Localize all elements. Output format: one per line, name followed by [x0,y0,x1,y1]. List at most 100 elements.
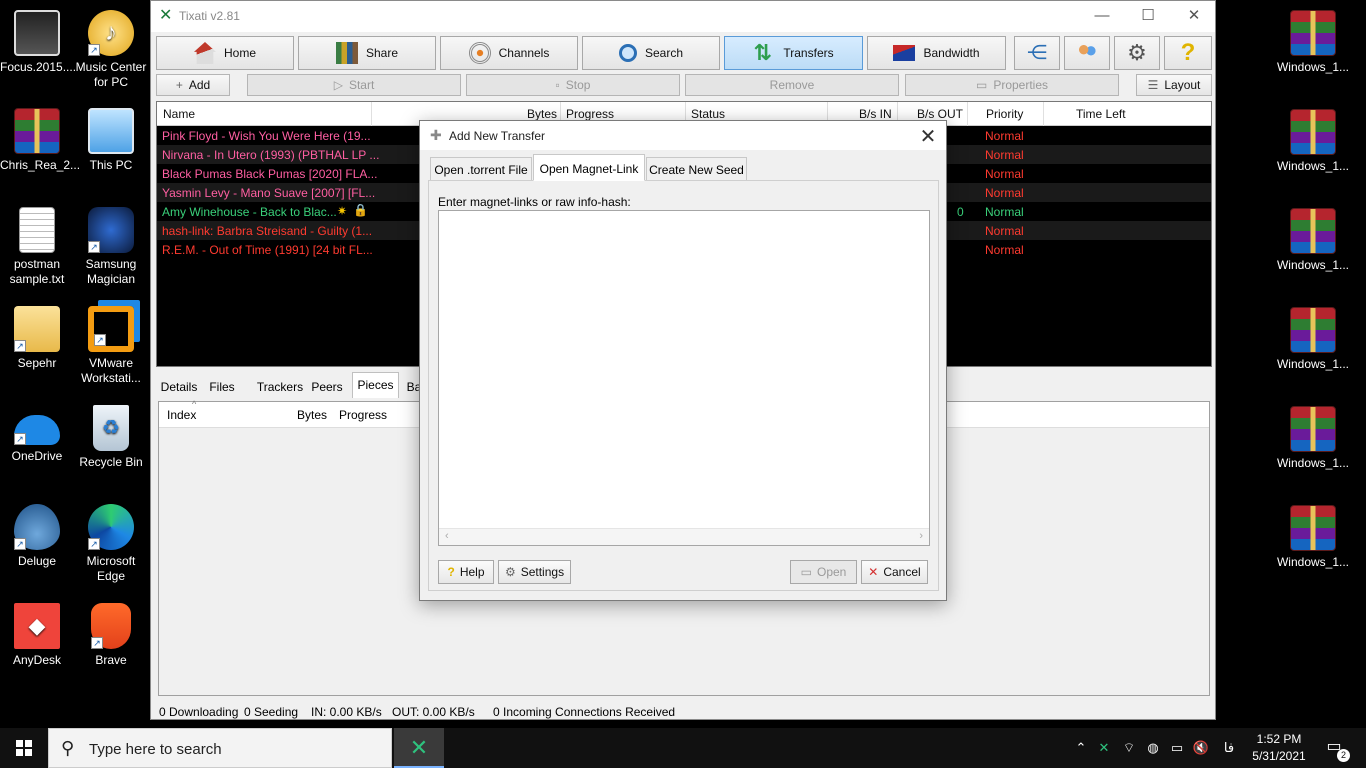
cancel-button[interactable]: ✕ Cancel [861,560,928,584]
anydesk-icon: ◆ [14,603,60,649]
desktop-icon-windows-archive[interactable]: Windows_1... [1276,208,1350,273]
desktop-icon-windows-archive[interactable]: Windows_1... [1276,10,1350,75]
column-header-bytes[interactable]: Bytes [527,107,557,121]
open-label: Open [816,565,847,579]
tixati-tray-icon[interactable]: ✕ [1094,728,1114,768]
shortcut-arrow-icon: ↗ [14,538,26,550]
peers-network-button[interactable]: ⋲ [1014,36,1060,70]
nav-home-button[interactable]: Home [156,36,294,70]
plus-icon: ✚ [430,127,442,143]
minimize-button[interactable]: — [1079,1,1125,32]
desktop-icon-deluge[interactable]: ↗ Deluge [0,504,74,569]
settings-button[interactable]: ⚙ Settings [498,560,571,584]
desktop-icon-vmware[interactable]: ↗ VMware Workstati... [74,306,148,386]
desktop-icon-windows-archive[interactable]: Windows_1... [1276,109,1350,174]
desktop-icon-anydesk[interactable]: ◆ AnyDesk [0,603,74,668]
network-drive-icon[interactable]: ◍ [1142,728,1164,768]
column-header-progress[interactable]: Progress [339,408,387,422]
notifications-button[interactable]: ▭ 2 [1320,736,1350,762]
column-header-bytes[interactable]: Bytes [297,408,327,422]
desktop-icon-postman[interactable]: postman sample.txt [0,207,74,287]
tab-create-new-seed[interactable]: Create New Seed [646,157,747,181]
add-button[interactable]: + Add [156,74,230,96]
desktop-icon-windows-archive[interactable]: Windows_1... [1276,307,1350,372]
taskbar-search-box[interactable]: ⚲ Type here to search [48,728,392,768]
desktop-icon-windows-archive[interactable]: Windows_1... [1276,505,1350,570]
show-hidden-icons-chevron-icon[interactable]: ⌃ [1072,728,1090,768]
taskbar-tixati-button[interactable]: ✕ [394,728,444,768]
stop-button[interactable]: ▫ Stop [466,74,680,96]
start-button[interactable]: ▷ Start [247,74,461,96]
nav-transfers-button[interactable]: ⇅ Transfers [724,36,863,70]
desktop-icon-music-center[interactable]: ♪ ↗ Music Center for PC [74,10,148,90]
battery-icon[interactable]: ▭ [1166,728,1188,768]
properties-button[interactable]: ▭ Properties [905,74,1119,96]
wifi-icon[interactable]: ⌔ [1118,728,1140,768]
column-header-priority[interactable]: Priority [986,107,1023,121]
desktop-icon-label: Sepehr [17,356,57,370]
column-header-index[interactable]: Index [167,408,196,422]
main-nav: Home Share Channels Search ⇅ Transfers B… [156,36,1212,72]
column-header-progress[interactable]: Progress [566,107,614,121]
tab-files[interactable]: Files [204,374,240,398]
desktop-icon-label: This PC [89,158,133,172]
remove-button[interactable]: Remove [685,74,899,96]
start-button[interactable] [0,728,48,768]
tab-open-magnet-link[interactable]: Open Magnet-Link [533,154,645,181]
maximize-button[interactable]: ☐ [1125,1,1171,32]
status-in-rate: IN: 0.00 KB/s [311,705,382,719]
input-language-indicator[interactable]: فا [1218,728,1240,768]
desktop-icon-this-pc[interactable]: This PC [74,108,148,173]
add-label: Add [188,78,211,92]
desktop-icon-onedrive[interactable]: ↗ OneDrive [0,405,74,464]
desktop-icon-windows-archive[interactable]: Windows_1... [1276,406,1350,471]
nav-channels-button[interactable]: Channels [440,36,578,70]
nav-search-button[interactable]: Search [582,36,720,70]
dialog-close-button[interactable]: ✕ [918,124,938,149]
desktop-icon-brave[interactable]: ↗ Brave [74,603,148,668]
scroll-right-arrow-icon[interactable]: › [919,530,923,542]
nav-search-label: Search [644,46,684,60]
volume-muted-icon[interactable]: 🔇 [1190,728,1212,768]
transfer-priority: Normal [985,224,1024,238]
sort-ascending-icon: ^ [192,399,197,409]
layout-button[interactable]: ☰ Layout [1136,74,1212,96]
open-button[interactable]: ▭ Open [790,560,857,584]
tab-open-torrent-file[interactable]: Open .torrent File [430,157,532,181]
scroll-left-arrow-icon[interactable]: ‹ [445,530,449,542]
tab-peers[interactable]: Peers [308,374,346,398]
settings-button[interactable]: ⚙ [1114,36,1160,70]
users-button[interactable] [1064,36,1110,70]
column-header-bs-out[interactable]: B/s OUT [917,107,963,121]
tab-details[interactable]: Details [156,374,202,398]
tab-trackers[interactable]: Trackers [255,374,305,398]
help-button[interactable]: ? [1164,36,1212,70]
dialog-title-bar[interactable]: ✚ Add New Transfer ✕ [420,121,946,150]
column-header-time-left[interactable]: Time Left [1076,107,1126,121]
horizontal-scrollbar[interactable]: ‹ › [439,528,929,545]
desktop-icon-chris-rea[interactable]: Chris_Rea_2... [0,108,80,173]
close-button[interactable]: ✕ [1171,1,1217,32]
column-header-status[interactable]: Status [691,107,725,121]
nav-home-label: Home [223,46,256,60]
winrar-archive-icon [1290,406,1336,452]
desktop-icon-sepehr[interactable]: ↗ Sepehr [0,306,74,371]
desktop-icon-edge[interactable]: ↗ Microsoft Edge [74,504,148,584]
layout-label: Layout [1164,78,1201,92]
column-header-bs-in[interactable]: B/s IN [859,107,892,121]
settings-label: Settings [520,565,565,579]
column-header-name[interactable]: Name [163,107,195,121]
title-bar[interactable]: ✕ Tixati v2.81 — ☐ ✕ [151,1,1215,32]
desktop-icon-samsung-magician[interactable]: ↗ Samsung Magician [74,207,148,287]
magnet-link-input[interactable] [438,210,930,546]
nav-channels-label: Channels [498,46,550,60]
taskbar-clock[interactable]: 1:52 PM 5/31/2021 [1248,731,1310,765]
desktop-icon-focus[interactable]: Focus.2015.... [0,10,76,75]
desktop-icon-recycle-bin[interactable]: ♻ Recycle Bin [74,405,148,470]
help-button[interactable]: ? Help [438,560,494,584]
transfer-name: Nirvana - In Utero (1993) (PBTHAL LP ... [162,148,380,162]
nav-bandwidth-button[interactable]: Bandwidth [867,36,1006,70]
tab-pieces[interactable]: Pieces [352,372,399,398]
nav-share-button[interactable]: Share [298,36,436,70]
desktop-icon-label: Brave [95,653,127,667]
